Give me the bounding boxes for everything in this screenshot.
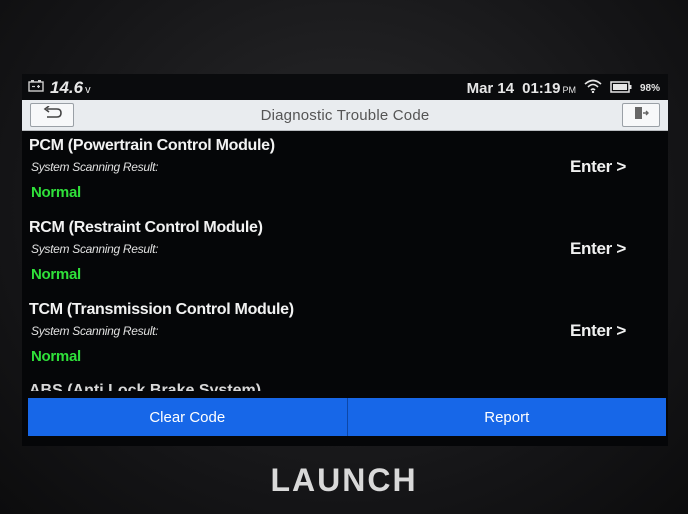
module-row-tcm: TCM (Transmission Control Module) System…: [22, 295, 668, 377]
module-name: PCM (Powertrain Control Module): [29, 137, 275, 154]
voltage-readout: 14.6 v: [50, 78, 91, 97]
vehicle-battery-icon: [28, 79, 44, 97]
clear-code-button[interactable]: Clear Code: [28, 398, 347, 436]
scan-result-status: Normal: [31, 266, 81, 283]
enter-button-pcm[interactable]: Enter >: [570, 157, 626, 177]
page-title: Diagnostic Trouble Code: [260, 107, 430, 124]
status-right: Mar 14 01:19 PM 98%: [467, 79, 660, 97]
status-left: 14.6 v: [28, 78, 91, 98]
status-time: 01:19 PM: [522, 79, 576, 97]
scan-result-label: System Scanning Result:: [31, 324, 159, 338]
brand-logo: LAUNCH: [270, 462, 418, 498]
battery-icon: [610, 80, 632, 97]
exit-button[interactable]: [622, 103, 660, 127]
report-button[interactable]: Report: [346, 398, 666, 436]
scan-result-label: System Scanning Result:: [31, 242, 159, 256]
enter-button-rcm[interactable]: Enter >: [570, 239, 626, 259]
exit-icon: [633, 106, 649, 125]
action-bar: Clear Code Report: [28, 398, 666, 436]
module-list: PCM (Powertrain Control Module) System S…: [22, 131, 668, 399]
battery-percentage: 98%: [639, 82, 660, 94]
scan-result-label: System Scanning Result:: [31, 160, 159, 174]
wifi-icon: [584, 79, 602, 97]
scan-result-status: Normal: [31, 348, 81, 365]
device-screen: 14.6 v Mar 14 01:19 PM 98% Diagnostic Tr…: [22, 74, 668, 446]
enter-button-tcm[interactable]: Enter >: [570, 321, 626, 341]
module-row-pcm: PCM (Powertrain Control Module) System S…: [22, 131, 668, 213]
status-date: Mar 14: [466, 79, 515, 97]
title-bar: Diagnostic Trouble Code: [22, 100, 668, 131]
module-name: TCM (Transmission Control Module): [29, 301, 294, 318]
status-bar: 14.6 v Mar 14 01:19 PM 98%: [22, 74, 668, 100]
module-row-abs-partial[interactable]: ABS (Anti Lock Brake System): [29, 379, 261, 391]
scan-result-status: Normal: [31, 184, 81, 201]
module-name: RCM (Restraint Control Module): [29, 219, 263, 236]
module-row-rcm: RCM (Restraint Control Module) System Sc…: [22, 213, 668, 295]
